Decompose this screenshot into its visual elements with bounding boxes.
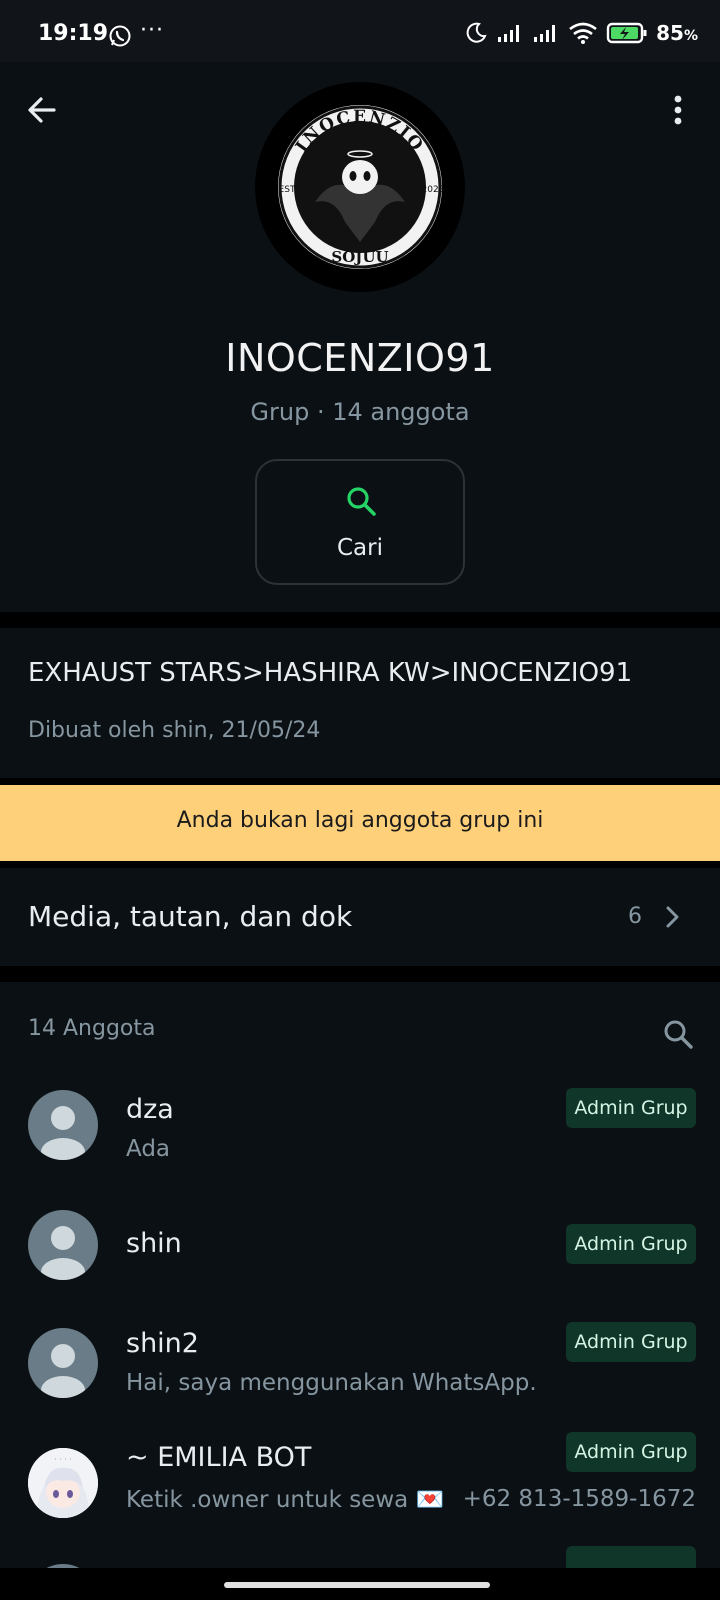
media-links-docs-row[interactable]: Media, tautan, dan dok 6 <box>0 868 720 966</box>
search-button[interactable]: Cari <box>255 459 465 585</box>
battery-charging-icon <box>606 22 647 44</box>
logo-text-left: EST <box>279 185 296 195</box>
created-by-text: Dibuat oleh shin, 21/05/24 <box>28 718 321 743</box>
status-time: 19:19 <box>38 21 109 46</box>
group-title: INOCENZIO91 <box>225 336 495 380</box>
wifi-icon <box>569 22 597 44</box>
status-bar: 19:19 ··· 85% <box>0 0 720 62</box>
navigation-bar <box>0 1568 720 1600</box>
default-avatar-icon <box>28 1328 98 1398</box>
admin-badge: Admin Grup <box>566 1432 696 1472</box>
battery-unit: % <box>683 28 698 44</box>
member-name: ~ EMILIA BOT <box>126 1442 312 1473</box>
signal-icon <box>534 25 556 42</box>
home-gesture-handle[interactable] <box>224 1582 490 1588</box>
member-status: Ada <box>126 1136 171 1162</box>
member-status: Ketik .owner untuk sewa 💌 <box>126 1487 445 1513</box>
media-count: 6 <box>628 904 642 929</box>
search-icon <box>347 487 376 516</box>
member-row[interactable]: · · · · ~ EMILIA BOT Ketik .owner untuk … <box>0 1432 720 1558</box>
search-button-label: Cari <box>337 535 383 561</box>
battery-level: 85 <box>656 21 684 45</box>
whatsapp-icon <box>109 25 131 47</box>
admin-badge <box>566 1546 696 1568</box>
svg-text:· · · ·: · · · · <box>54 1455 72 1464</box>
logo-text-right: 2023 <box>422 185 445 195</box>
not-member-banner: Anda bukan lagi anggota grup ini <box>0 785 720 861</box>
member-name: shin2 <box>126 1328 199 1359</box>
member-row[interactable]: shin2 Hai, saya menggunakan WhatsApp. Ad… <box>0 1322 720 1438</box>
arrow-left-icon[interactable] <box>24 92 60 128</box>
more-vertical-icon[interactable] <box>668 92 688 128</box>
members-count-title: 14 Anggota <box>28 1016 156 1041</box>
member-name: shin <box>126 1228 182 1259</box>
search-icon[interactable] <box>660 1016 696 1052</box>
group-subtitle: Grup · 14 anggota <box>250 398 470 426</box>
default-avatar-icon <box>28 1210 98 1280</box>
media-label: Media, tautan, dan dok <box>28 900 353 933</box>
admin-badge: Admin Grup <box>566 1322 696 1362</box>
member-row[interactable]: dza Ada Admin Grup <box>0 1088 720 1200</box>
admin-badge: Admin Grup <box>566 1224 696 1264</box>
group-avatar[interactable]: INOCENZIO SOJUU EST 2023 <box>255 82 465 292</box>
signal-icon <box>498 25 520 42</box>
banner-text: Anda bukan lagi anggota grup ini <box>176 808 544 833</box>
group-description[interactable]: EXHAUST STARS>HASHIRA KW>INOCENZIO91 Dib… <box>0 628 720 778</box>
chevron-right-icon <box>666 906 679 928</box>
anime-avatar-icon: · · · · <box>28 1448 98 1518</box>
members-section: 14 Anggota dza Ada Admin Grup shin Admin… <box>0 982 720 1568</box>
moon-icon <box>466 22 487 43</box>
logo-text-bottom: SOJUU <box>331 248 388 266</box>
member-row[interactable]: shin Admin Grup <box>0 1210 720 1320</box>
member-name: dza <box>126 1094 174 1125</box>
admin-badge: Admin Grup <box>566 1088 696 1128</box>
member-status: Hai, saya menggunakan WhatsApp. <box>126 1370 537 1396</box>
group-logo: INOCENZIO SOJUU EST 2023 <box>278 105 445 269</box>
more-dots-icon: ··· <box>140 18 164 43</box>
description-text: EXHAUST STARS>HASHIRA KW>INOCENZIO91 <box>28 658 633 688</box>
member-phone: +62 813-1589-1672 <box>462 1486 696 1512</box>
status-right: 85% <box>464 18 698 48</box>
default-avatar-icon <box>28 1090 98 1160</box>
